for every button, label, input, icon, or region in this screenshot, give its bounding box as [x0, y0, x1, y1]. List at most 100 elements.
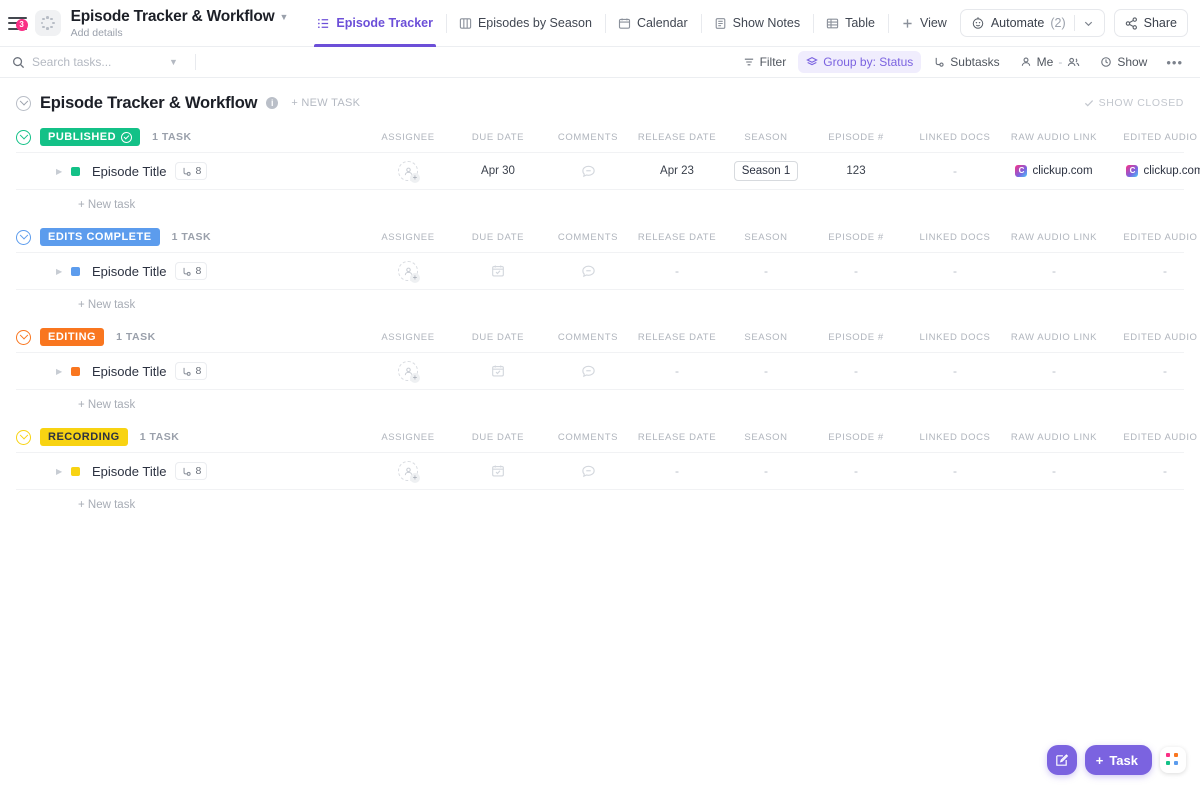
- status-badge[interactable]: PUBLISHED: [40, 128, 141, 146]
- add-new-task-button[interactable]: + New task: [78, 199, 135, 211]
- cell-edited_audio[interactable]: -: [1110, 252, 1200, 290]
- share-button[interactable]: Share: [1113, 9, 1188, 37]
- tab-table[interactable]: Table: [813, 0, 888, 47]
- tab-view[interactable]: View: [887, 0, 960, 47]
- row-expand-chevron-right-icon[interactable]: ▶: [56, 167, 66, 176]
- calendar-icon[interactable]: [491, 264, 505, 278]
- tab-calendar[interactable]: Calendar: [604, 0, 701, 47]
- status-badge[interactable]: EDITING: [40, 328, 105, 346]
- tab-episode-tracker[interactable]: Episode Tracker: [304, 0, 446, 47]
- status-badge[interactable]: EDITS COMPLETE: [40, 228, 160, 246]
- avatar[interactable]: +: [398, 461, 420, 483]
- quick-create-note-button[interactable]: [1046, 745, 1077, 775]
- external-link[interactable]: Cclickup.com: [1015, 165, 1093, 177]
- tab-episodes-by-season[interactable]: Episodes by Season: [445, 0, 605, 47]
- table-row[interactable]: ▶ Episode Title 8 + - - - - - -: [16, 352, 1184, 390]
- calendar-icon[interactable]: [491, 364, 505, 378]
- comment-icon[interactable]: [581, 164, 596, 179]
- cell-episode_no[interactable]: -: [801, 352, 911, 390]
- cell-linked_docs[interactable]: -: [900, 452, 1010, 490]
- group-collapse-button[interactable]: [16, 229, 31, 245]
- cell-edited_audio[interactable]: -: [1110, 352, 1200, 390]
- cell-episode_no[interactable]: -: [801, 452, 911, 490]
- cell-linked_docs[interactable]: -: [900, 152, 1010, 190]
- search-chevron-down-icon[interactable]: ▼: [169, 57, 178, 67]
- add-new-task-button[interactable]: + New task: [78, 299, 135, 311]
- table-row[interactable]: ▶ Episode Title 8 + Apr 30 Apr 23 Season 1 123 -…: [16, 152, 1200, 190]
- task-title[interactable]: Episode Title: [92, 264, 166, 279]
- add-assignee-icon[interactable]: +: [410, 373, 420, 383]
- task-status-square[interactable]: [71, 366, 80, 376]
- cell-edited_audio[interactable]: -: [1110, 452, 1200, 490]
- search-box[interactable]: ▼: [0, 54, 200, 70]
- cell-linked_docs[interactable]: -: [900, 252, 1010, 290]
- group-by-button[interactable]: Group by: Status: [798, 51, 922, 73]
- cell-raw_audio[interactable]: Cclickup.com: [999, 152, 1109, 190]
- season-tag[interactable]: Season 1: [733, 161, 799, 181]
- document-title-block: Episode Tracker & Workflow ▼ Add details: [71, 8, 289, 39]
- avatar[interactable]: +: [398, 361, 420, 383]
- subtask-count-chip[interactable]: 8: [175, 162, 208, 180]
- add-assignee-icon[interactable]: +: [410, 173, 420, 183]
- apps-grid-button[interactable]: [1160, 747, 1186, 773]
- row-expand-chevron-right-icon[interactable]: ▶: [56, 267, 66, 276]
- table-row[interactable]: ▶ Episode Title 8 + - - - - - -: [16, 452, 1184, 490]
- task-status-square[interactable]: [71, 266, 80, 276]
- space-avatar[interactable]: [34, 10, 61, 36]
- comment-icon[interactable]: [581, 364, 596, 379]
- group-collapse-button[interactable]: [16, 129, 31, 145]
- automate-button[interactable]: Automate (2): [959, 9, 1105, 37]
- task-status-square[interactable]: [71, 466, 80, 476]
- avatar[interactable]: +: [398, 161, 420, 183]
- subtask-count-chip[interactable]: 8: [175, 462, 208, 480]
- group-collapse-button[interactable]: [16, 329, 31, 345]
- cell-linked_docs[interactable]: -: [900, 352, 1010, 390]
- show-button[interactable]: Show: [1092, 51, 1155, 73]
- task-title[interactable]: Episode Title: [92, 464, 166, 479]
- tab-label: Calendar: [636, 16, 688, 30]
- cell-edited_audio[interactable]: Cclickup.com: [1110, 152, 1200, 190]
- add-assignee-icon[interactable]: +: [410, 273, 420, 283]
- new-task-button[interactable]: + NEW TASK: [291, 97, 360, 109]
- sidebar-toggle-button[interactable]: 3: [4, 16, 31, 31]
- avatar[interactable]: +: [398, 261, 420, 283]
- cell-raw_audio[interactable]: -: [999, 452, 1109, 490]
- comment-icon[interactable]: [581, 264, 596, 279]
- task-title[interactable]: Episode Title: [92, 164, 166, 179]
- add-new-task-button[interactable]: + New task: [78, 399, 135, 411]
- cell-episode_no[interactable]: 123: [801, 152, 911, 190]
- info-icon[interactable]: i: [266, 97, 279, 109]
- calendar-icon[interactable]: [491, 464, 505, 478]
- automate-chevron-down-icon[interactable]: [1083, 18, 1094, 29]
- show-closed-button[interactable]: SHOW CLOSED: [1084, 97, 1184, 109]
- add-new-task-button[interactable]: + New task: [78, 499, 135, 511]
- subtasks-button[interactable]: Subtasks: [925, 51, 1007, 73]
- cell-raw_audio[interactable]: -: [999, 352, 1109, 390]
- subtask-count-chip[interactable]: 8: [175, 362, 208, 380]
- tab-show-notes[interactable]: Show Notes: [700, 0, 813, 47]
- add-assignee-icon[interactable]: +: [410, 473, 420, 483]
- more-options-button[interactable]: •••: [1159, 55, 1190, 70]
- row-expand-chevron-right-icon[interactable]: ▶: [56, 467, 66, 476]
- filter-button[interactable]: Filter: [735, 51, 795, 73]
- status-badge[interactable]: RECORDING: [40, 428, 128, 446]
- row-expand-chevron-right-icon[interactable]: ▶: [56, 367, 66, 376]
- create-task-button[interactable]: + Task: [1084, 745, 1152, 775]
- task-title[interactable]: Episode Title: [92, 364, 166, 379]
- comment-icon[interactable]: [581, 464, 596, 479]
- external-link[interactable]: Cclickup.com: [1126, 165, 1200, 177]
- people-icon[interactable]: [1067, 56, 1080, 69]
- search-input[interactable]: [32, 55, 160, 69]
- cell-raw_audio[interactable]: -: [999, 252, 1109, 290]
- add-details-link[interactable]: Add details: [71, 27, 289, 39]
- column-header-assignee: ASSIGNEE: [381, 131, 435, 143]
- task-status-square[interactable]: [71, 166, 80, 176]
- me-mode-button[interactable]: Me -: [1012, 51, 1089, 73]
- group-collapse-button[interactable]: [16, 429, 31, 445]
- table-row[interactable]: ▶ Episode Title 8 + - - - - - -: [16, 252, 1184, 290]
- title-chevron-down-icon[interactable]: ▼: [279, 12, 288, 22]
- cell-episode_no[interactable]: -: [801, 252, 911, 290]
- subtask-count-chip[interactable]: 8: [175, 262, 208, 280]
- column-header-edited_audio: EDITED AUDIO L: [1123, 231, 1200, 243]
- collapse-all-button[interactable]: [16, 95, 31, 111]
